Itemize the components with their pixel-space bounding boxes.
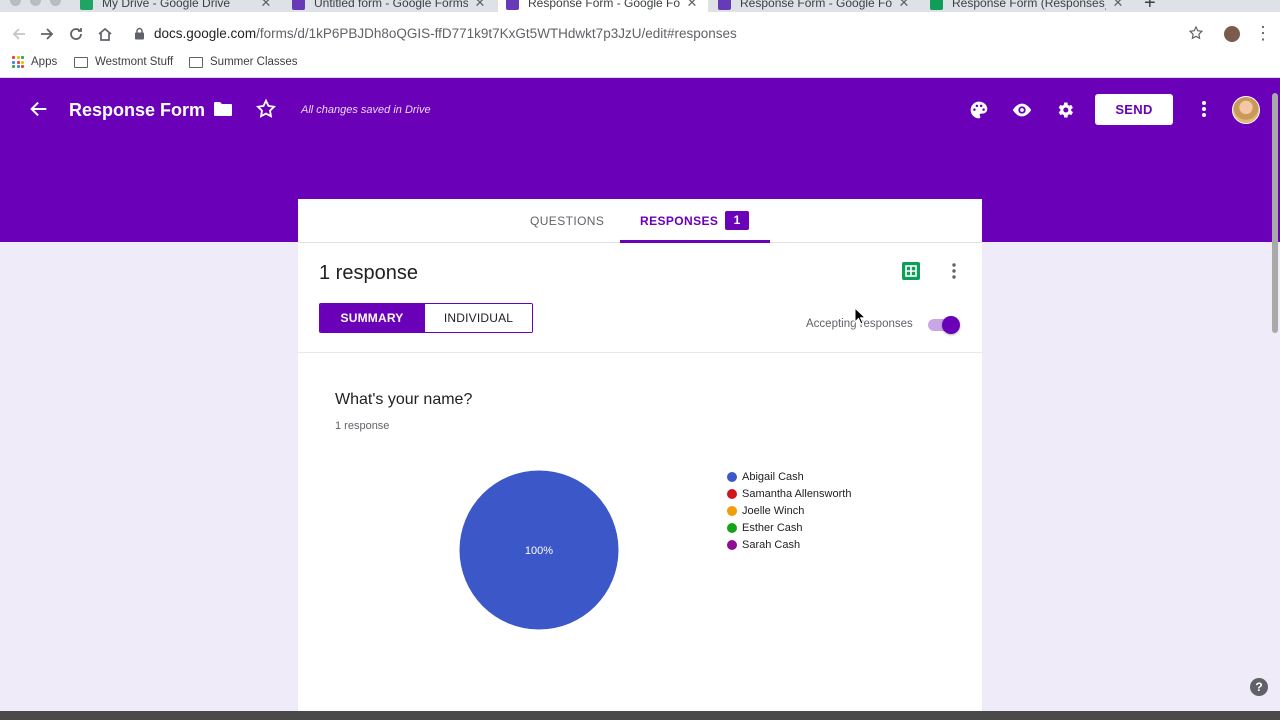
settings-gear-icon[interactable]	[1053, 98, 1077, 122]
forms-favicon-icon	[506, 0, 519, 10]
tab-questions[interactable]: QUESTIONS	[530, 214, 604, 228]
reload-icon[interactable]	[66, 24, 86, 44]
legend-item[interactable]: Joelle Winch	[727, 502, 851, 519]
tab-close-icon[interactable]: ✕	[684, 0, 700, 11]
tab-close-icon[interactable]: ✕	[1110, 0, 1126, 11]
forms-favicon-icon	[718, 0, 731, 10]
response-count: 1 response	[319, 262, 418, 284]
tab-title: Response Form (Responses) -	[952, 0, 1106, 10]
url-path: /forms/d/1kP6PBJDh8oQGIS-ffD771k9t7KxGt5…	[256, 26, 737, 41]
bookmark-apps[interactable]: Apps	[12, 56, 57, 68]
question-title: What's your name?	[335, 391, 473, 408]
palette-icon[interactable]	[967, 98, 991, 122]
pie-slice-label: 100%	[525, 545, 553, 557]
forward-arrow-icon[interactable]	[37, 24, 57, 44]
summary-button[interactable]: SUMMARY	[320, 304, 424, 332]
responses-card: QUESTIONS RESPONSES 1 1 response SUMMARY…	[298, 199, 982, 720]
switch-knob	[942, 316, 960, 334]
legend-swatch	[727, 471, 737, 482]
legend-label: Sarah Cash	[742, 538, 801, 551]
bookmarks-bar: Apps Westmont Stuff Summer Classes	[0, 52, 1280, 78]
help-icon[interactable]: ?	[1250, 678, 1268, 696]
lock-icon[interactable]	[134, 27, 145, 45]
form-title[interactable]: Response Form	[69, 100, 205, 121]
save-status: All changes saved in Drive	[301, 104, 431, 116]
legend-item[interactable]: Esther Cash	[727, 519, 851, 536]
accepting-responses-switch[interactable]	[928, 316, 960, 334]
forms-favicon-icon	[292, 0, 305, 10]
browser-menu-icon[interactable]: ⋮	[1254, 24, 1272, 42]
apps-grid-icon	[12, 56, 24, 68]
sheets-icon[interactable]	[902, 262, 920, 280]
tab-close-icon[interactable]: ✕	[472, 0, 488, 11]
browser-tabstrip: My Drive - Google Drive ✕ Untitled form …	[0, 0, 1280, 12]
browser-tab-drive[interactable]: My Drive - Google Drive ✕	[72, 0, 282, 12]
folder-icon	[189, 56, 203, 68]
send-button[interactable]: SEND	[1095, 94, 1173, 125]
summary-individual-toggle: SUMMARY INDIVIDUAL	[319, 303, 533, 333]
window-minimize-dot[interactable]	[30, 0, 41, 6]
responses-count-badge: 1	[725, 211, 749, 230]
legend-item[interactable]: Abigail Cash	[727, 468, 851, 485]
browser-tab-response-form[interactable]: Response Form - Google Form ✕	[710, 0, 920, 12]
tab-close-icon[interactable]: ✕	[258, 0, 274, 11]
legend-label: Abigail Cash	[742, 470, 804, 483]
individual-button[interactable]: INDIVIDUAL	[424, 304, 532, 332]
sheets-favicon-icon	[930, 0, 943, 10]
bookmark-summer-classes[interactable]: Summer Classes	[189, 56, 298, 68]
more-vert-icon[interactable]	[948, 261, 960, 286]
window-close-dot[interactable]	[10, 0, 21, 6]
mouse-cursor-icon	[854, 306, 867, 330]
window-zoom-dot[interactable]	[50, 0, 61, 6]
active-tab-indicator	[620, 240, 770, 243]
bookmark-westmont-stuff[interactable]: Westmont Stuff	[74, 56, 173, 68]
more-vert-icon[interactable]	[1195, 98, 1213, 125]
legend-label: Esther Cash	[742, 521, 803, 534]
os-dock	[0, 711, 1280, 720]
tab-title: Response Form - Google Form	[740, 0, 892, 10]
back-arrow-icon[interactable]	[28, 98, 50, 125]
address-bar[interactable]: docs.google.com/forms/d/1kP6PBJDh8oQGIS-…	[154, 26, 737, 41]
form-tabs: QUESTIONS RESPONSES 1	[298, 199, 982, 243]
tab-title: Untitled form - Google Forms	[314, 0, 468, 10]
folder-icon[interactable]	[213, 100, 233, 123]
legend-swatch	[727, 505, 737, 516]
browser-tab-response-form-active[interactable]: Response Form - Google Form ✕	[498, 0, 708, 12]
bookmark-label: Apps	[31, 56, 58, 68]
url-domain: docs.google.com	[154, 26, 257, 41]
page-scrollbar[interactable]	[1271, 78, 1278, 720]
bookmark-label: Summer Classes	[210, 56, 298, 68]
browser-tab-untitled-form[interactable]: Untitled form - Google Forms ✕	[284, 0, 496, 12]
legend-item[interactable]: Samantha Allensworth	[727, 485, 851, 502]
divider	[298, 352, 982, 353]
pie-chart: 100%	[459, 470, 619, 630]
tab-responses[interactable]: RESPONSES	[640, 214, 718, 228]
account-avatar[interactable]	[1232, 96, 1260, 124]
legend-item[interactable]: Sarah Cash	[727, 536, 851, 553]
tab-title: My Drive - Google Drive	[102, 0, 231, 10]
drive-favicon-icon	[80, 0, 93, 10]
browser-profile-avatar[interactable]	[1224, 26, 1240, 42]
browser-toolbar: docs.google.com/forms/d/1kP6PBJDh8oQGIS-…	[0, 12, 1280, 56]
star-icon[interactable]	[255, 98, 277, 125]
folder-icon	[74, 56, 88, 68]
tab-close-icon[interactable]: ✕	[896, 0, 912, 11]
back-arrow-icon[interactable]	[9, 24, 29, 44]
bookmark-star-icon[interactable]	[1188, 25, 1204, 46]
bookmark-label: Westmont Stuff	[95, 56, 174, 68]
legend-label: Samantha Allensworth	[742, 487, 852, 500]
legend-label: Joelle Winch	[742, 504, 805, 517]
legend-swatch	[727, 539, 737, 550]
browser-tab-responses-sheet[interactable]: Response Form (Responses) - ✕	[922, 0, 1134, 12]
chart-legend: Abigail Cash Samantha Allensworth Joelle W…	[727, 468, 851, 553]
home-icon[interactable]	[95, 24, 115, 44]
legend-swatch	[727, 522, 737, 533]
preview-eye-icon[interactable]	[1010, 98, 1034, 122]
question-response-count: 1 response	[335, 420, 390, 432]
scrollbar-thumb[interactable]	[1272, 93, 1278, 333]
new-tab-icon[interactable]: +	[1144, 0, 1156, 12]
tab-title: Response Form - Google Form	[528, 0, 680, 10]
legend-swatch	[727, 488, 737, 499]
